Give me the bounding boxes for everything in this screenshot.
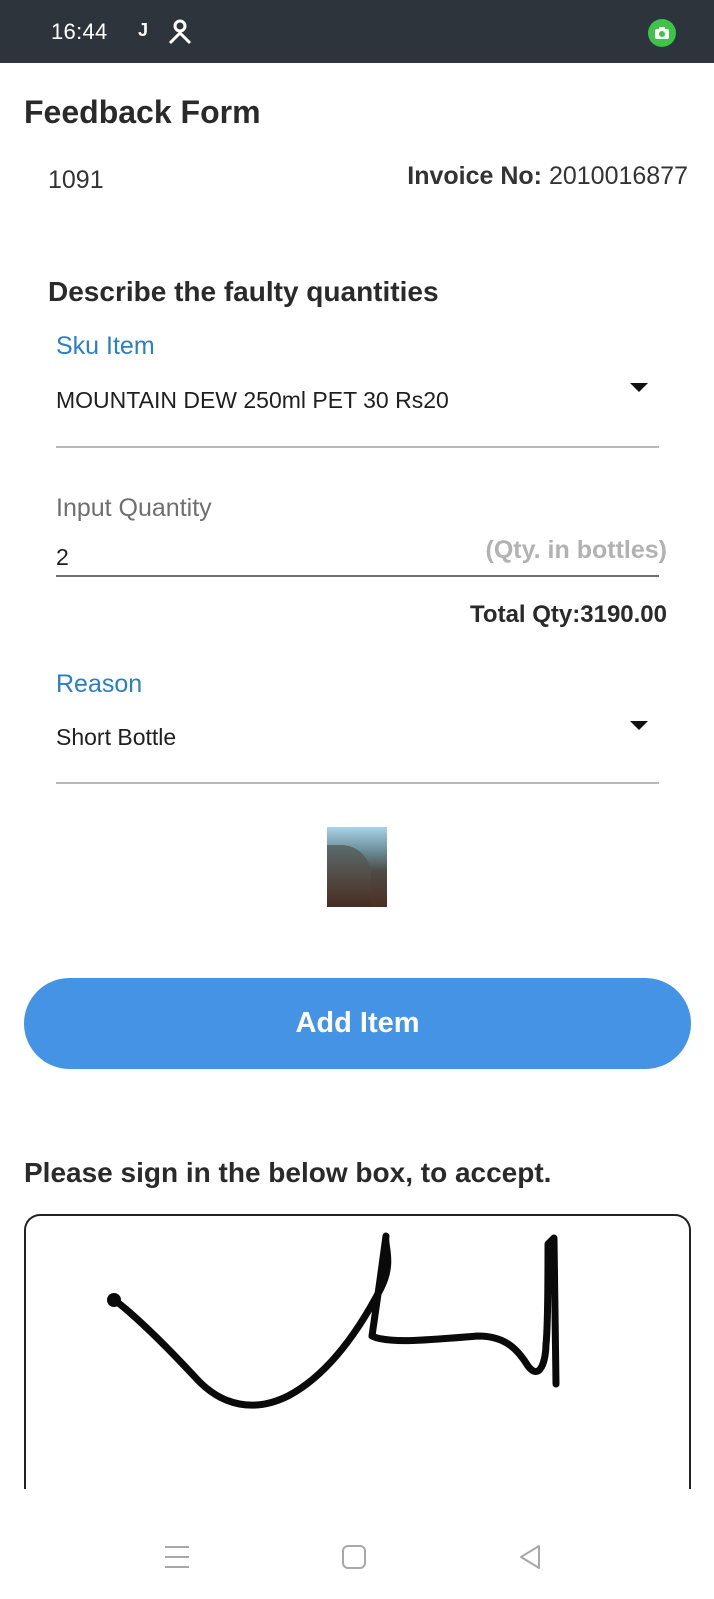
page-title: Feedback Form xyxy=(24,94,261,130)
menu-icon[interactable] xyxy=(162,1542,192,1572)
order-id: 1091 xyxy=(48,166,104,194)
quantity-underline xyxy=(56,575,659,577)
chevron-down-icon xyxy=(630,721,648,730)
section-title: Describe the faulty quantities xyxy=(48,276,439,307)
invoice-value: 2010016877 xyxy=(548,162,688,190)
sku-label: Sku Item xyxy=(56,332,155,360)
quantity-input[interactable]: 2 xyxy=(56,544,69,571)
quantity-hint: (Qty. in bottles) xyxy=(485,536,667,564)
total-qty: Total Qty:3190.00 xyxy=(470,601,667,628)
reason-value: Short Bottle xyxy=(56,724,177,750)
invoice-label: Invoice No: xyxy=(407,162,542,190)
sku-underline xyxy=(56,446,659,448)
signature-pad[interactable] xyxy=(24,1214,691,1514)
status-bar: 16:44 J xyxy=(0,0,714,63)
sign-prompt: Please sign in the below box, to accept. xyxy=(24,1157,552,1188)
reason-label: Reason xyxy=(56,670,143,698)
add-item-button[interactable]: Add Item xyxy=(24,978,691,1069)
photo-thumbnail[interactable] xyxy=(327,827,387,907)
reason-underline xyxy=(56,782,659,784)
invoice-number: Invoice No: 2010016877 xyxy=(407,162,688,191)
chevron-down-icon xyxy=(630,383,648,392)
person-icon xyxy=(168,19,192,45)
signature-drawing xyxy=(107,1232,560,1409)
back-icon[interactable] xyxy=(515,1542,545,1572)
reason-dropdown[interactable]: Short Bottle xyxy=(56,706,659,782)
status-time: 16:44 xyxy=(51,19,108,44)
home-icon[interactable] xyxy=(339,1542,369,1572)
sku-value: MOUNTAIN DEW 250ml PET 30 Rs20 xyxy=(56,387,449,413)
j-icon: J xyxy=(138,20,149,40)
quantity-label: Input Quantity xyxy=(56,494,212,522)
camera-icon xyxy=(648,19,676,47)
sku-dropdown[interactable]: MOUNTAIN DEW 250ml PET 30 Rs20 xyxy=(56,372,659,448)
photo-thumbnail-content xyxy=(327,845,371,907)
